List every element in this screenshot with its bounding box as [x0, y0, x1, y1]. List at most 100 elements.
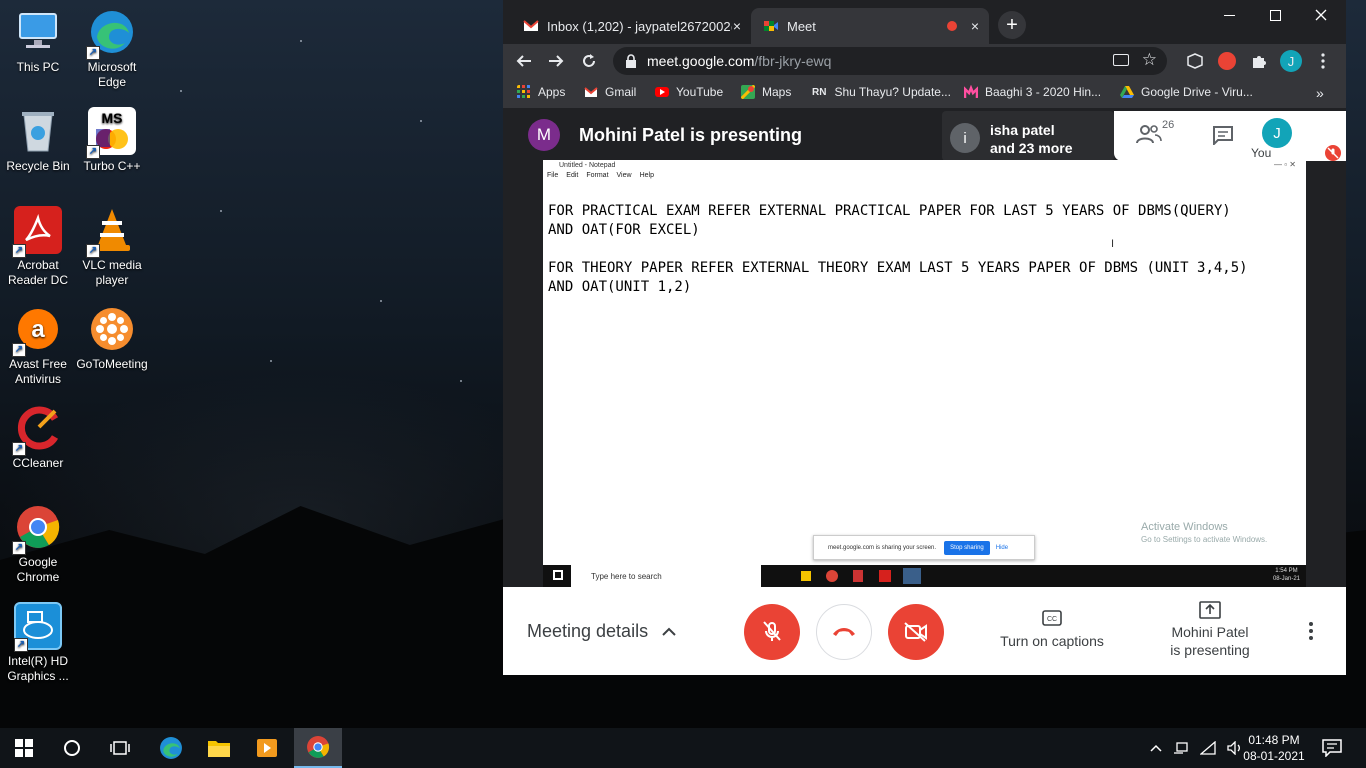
vlc-icon: ↗ — [86, 206, 136, 258]
recycle-bin-icon — [14, 107, 62, 155]
participant-tile[interactable]: i isha patel and 23 more — [942, 111, 1114, 161]
taskbar-file-explorer[interactable] — [195, 728, 243, 768]
people-button[interactable]: 26 — [1136, 119, 1176, 151]
desktop-icon-recycle-bin[interactable]: Recycle Bin — [0, 107, 76, 174]
people-icon — [1136, 125, 1162, 144]
toolbar: meet.google.com/fbr-jkry-ewq ☆ J — [503, 44, 1346, 78]
maximize-button[interactable] — [1252, 0, 1298, 30]
cast-blocked-icon[interactable] — [1113, 54, 1129, 66]
more-options-button[interactable] — [1308, 622, 1314, 645]
presenter-avatar: M — [528, 119, 560, 151]
bookmark-google-drive[interactable]: Google Drive - Viru... — [1120, 85, 1253, 99]
shared-search-box: Type here to search — [571, 565, 761, 587]
presenting-status-button[interactable]: Mohini Patel is presenting — [1155, 601, 1265, 659]
bookmark-shu-thayu[interactable]: RN Shu Thayu? Update... — [812, 85, 951, 99]
lock-icon — [626, 54, 636, 68]
search-button[interactable] — [48, 728, 96, 768]
sharing-notification: meet.google.com is sharing your screen. … — [813, 535, 1035, 560]
windows-logo-icon — [15, 739, 33, 757]
captions-button[interactable]: CC Turn on captions — [992, 601, 1112, 650]
chat-icon — [1213, 126, 1233, 147]
camera-off-icon — [904, 622, 927, 642]
chat-button[interactable] — [1212, 125, 1234, 150]
back-button[interactable] — [513, 50, 535, 72]
close-tab-icon[interactable]: × — [733, 18, 741, 34]
participant-name: isha patel — [990, 122, 1055, 138]
apps-grid-icon — [517, 85, 530, 98]
taskbar-media-app[interactable] — [243, 728, 291, 768]
desktop-icon-edge[interactable]: ↗ Microsoft Edge — [74, 8, 150, 90]
meet-header: M Mohini Patel is presenting i isha pate… — [503, 108, 1346, 161]
notepad-title: Untitled - Notepad — [559, 162, 616, 169]
wifi-icon[interactable] — [1200, 741, 1216, 755]
chevron-up-icon[interactable] — [1150, 744, 1162, 752]
tab-meet[interactable]: Meet × — [751, 8, 989, 44]
desktop-icon-this-pc[interactable]: This PC — [0, 8, 76, 75]
gmail-icon — [523, 20, 539, 31]
notepad-window-controls: — ▫ ✕ — [1274, 160, 1296, 169]
computer-icon — [14, 8, 62, 56]
action-center-button[interactable] — [1322, 728, 1342, 768]
present-screen-icon — [1199, 601, 1221, 619]
hang-up-icon — [833, 628, 855, 636]
rn-icon: RN — [812, 86, 827, 98]
address-bar[interactable]: meet.google.com/fbr-jkry-ewq ☆ — [613, 47, 1167, 75]
desktop-icon-chrome[interactable]: ↗ Google Chrome — [0, 503, 76, 585]
media-player-icon — [257, 739, 277, 757]
extension-red-icon[interactable] — [1216, 50, 1238, 72]
google-drive-icon — [1120, 86, 1134, 98]
text-cursor-icon: I — [1111, 238, 1115, 250]
recording-indicator-icon — [947, 21, 957, 31]
taskbar-edge[interactable] — [147, 728, 195, 768]
meeting-details-button[interactable]: Meeting details — [527, 621, 676, 642]
desktop-icon-turbo-cpp[interactable]: MS ↗ Turbo C++ — [74, 107, 150, 174]
desktop-icon-avast[interactable]: a ↗ Avast Free Antivirus — [0, 305, 76, 387]
reload-button[interactable] — [578, 50, 600, 72]
acrobat-icon: ↗ — [12, 206, 62, 258]
task-view-button[interactable] — [96, 728, 144, 768]
forward-button[interactable] — [545, 50, 567, 72]
chrome-window: Inbox (1,202) - jaypatel2672002@ × Meet … — [503, 0, 1346, 675]
minimize-button[interactable] — [1206, 0, 1252, 30]
bookmark-maps[interactable]: Maps — [741, 85, 791, 99]
notepad-menu: File Edit Format View Help — [547, 172, 654, 179]
network-icon[interactable] — [1173, 741, 1189, 755]
desktop-icon-acrobat[interactable]: ↗ Acrobat Reader DC — [0, 206, 76, 288]
bookmarks-overflow-icon[interactable]: » — [1316, 85, 1324, 101]
start-icon — [553, 570, 563, 580]
desktop-icon-intel-graphics[interactable]: ↗ Intel(R) HD Graphics ... — [0, 602, 76, 684]
extension-cube-icon[interactable] — [1184, 50, 1206, 72]
bookmark-youtube[interactable]: YouTube — [655, 85, 723, 99]
clock[interactable]: 01:48 PM 08-01-2021 — [1240, 728, 1308, 768]
close-tab-icon[interactable]: × — [971, 18, 979, 34]
mic-toggle-button[interactable] — [744, 604, 800, 660]
chrome-menu-icon[interactable] — [1312, 50, 1334, 72]
bookmark-apps[interactable]: Apps — [517, 85, 565, 99]
new-tab-button[interactable]: + — [998, 11, 1026, 39]
camera-toggle-button[interactable] — [888, 604, 944, 660]
acrobat-icon — [879, 570, 891, 582]
taskbar-chrome[interactable] — [294, 728, 342, 768]
chevron-up-icon — [662, 627, 676, 636]
desktop-icon-gotomeeting[interactable]: GoToMeeting — [74, 305, 150, 372]
meet-icon — [764, 21, 778, 31]
folder-icon — [208, 741, 230, 757]
cortana-icon — [64, 740, 80, 756]
bookmark-baaghi[interactable]: Baaghi 3 - 2020 Hin... — [964, 85, 1101, 99]
bookmark-gmail[interactable]: Gmail — [584, 85, 636, 99]
extensions-puzzle-icon[interactable] — [1248, 50, 1270, 72]
leave-call-button[interactable] — [816, 604, 872, 660]
people-count: 26 — [1162, 119, 1175, 131]
close-window-button[interactable] — [1298, 0, 1344, 30]
bookmark-star-icon[interactable]: ☆ — [1142, 50, 1157, 70]
desktop-icon-ccleaner[interactable]: ↗ CCleaner — [0, 404, 76, 471]
captions-icon: CC — [1042, 610, 1062, 626]
start-button[interactable] — [0, 728, 48, 768]
you-label: You — [1251, 146, 1272, 160]
profile-avatar[interactable]: J — [1280, 50, 1302, 72]
desktop-icon-vlc[interactable]: ↗ VLC media player — [74, 206, 150, 288]
tab-inbox[interactable]: Inbox (1,202) - jaypatel2672002@ × — [511, 8, 751, 44]
chrome-icon: ↗ — [12, 503, 62, 555]
presenting-title: Mohini Patel is presenting — [579, 125, 803, 145]
self-avatar[interactable]: J — [1262, 118, 1292, 148]
